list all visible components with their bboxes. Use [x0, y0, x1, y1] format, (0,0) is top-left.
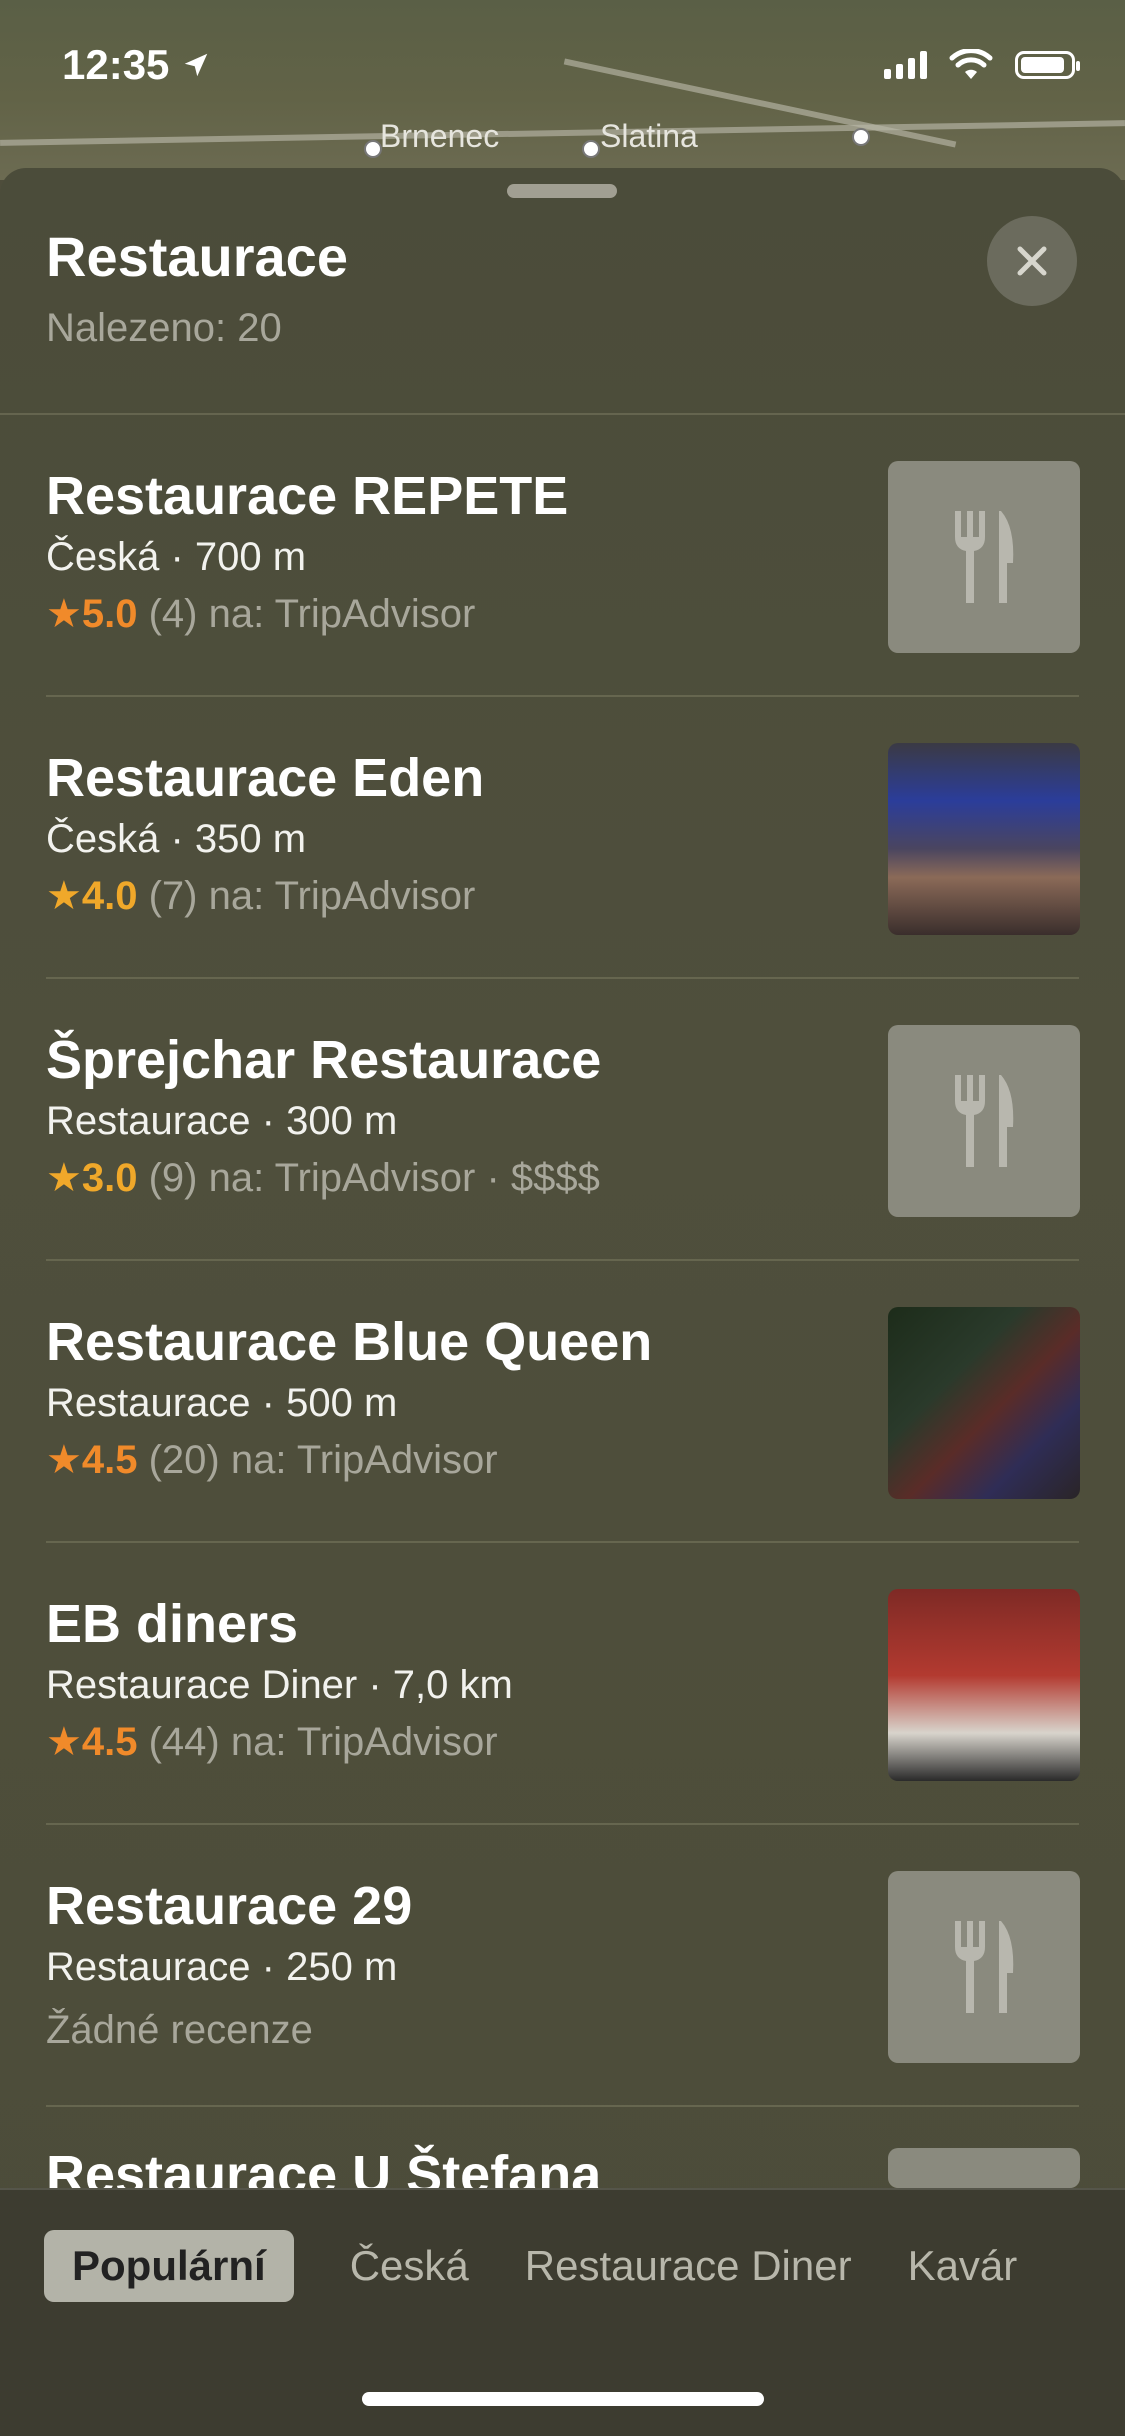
rating-source: (44) na: TripAdvisor	[137, 1720, 498, 1764]
filter-chip-cafe[interactable]: Kavár	[908, 2230, 1018, 2302]
star-icon: ★	[46, 1720, 82, 1764]
place-meta: Česká · 700 m	[46, 535, 307, 579]
filter-chip-popular[interactable]: Populární	[44, 2230, 294, 2302]
battery-icon	[1015, 51, 1080, 79]
location-arrow-icon	[185, 53, 208, 77]
fork-knife-icon	[955, 1921, 1014, 2013]
wifi-icon	[949, 49, 993, 79]
place-name: Restaurace Eden	[46, 748, 485, 808]
place-rating: ★5.0 (4) na: TripAdvisor	[46, 591, 475, 637]
rating-source: (4) na: TripAdvisor	[137, 592, 476, 636]
star-icon: ★	[46, 1438, 82, 1482]
place-name: Restaurace REPETE	[46, 466, 569, 526]
row-divider	[46, 2105, 1079, 2107]
place-meta: Restaurace · 300 m	[46, 1099, 398, 1143]
place-name: Šprejchar Restaurace	[46, 1030, 602, 1090]
place-photo	[888, 743, 1080, 935]
star-icon: ★	[46, 1156, 82, 1200]
filter-chip-czech[interactable]: Česká	[350, 2230, 469, 2302]
place-rating: ★4.5 (44) na: TripAdvisor	[46, 1719, 498, 1765]
place-thumbnail-partial	[888, 2148, 1080, 2188]
close-button[interactable]	[987, 216, 1077, 306]
rating-score: 4.0	[81, 874, 138, 918]
cellular-signal-icon	[884, 51, 927, 79]
rating-score: 3.0	[81, 1156, 138, 1200]
place-photo	[888, 1307, 1080, 1499]
no-reviews-text: Žádné recenze	[46, 2008, 313, 2052]
star-icon: ★	[46, 592, 82, 636]
place-thumbnail	[888, 1025, 1080, 1217]
list-item[interactable]: Restaurace Blue Queen Restaurace · 500 m…	[0, 1261, 1125, 1543]
place-photo	[888, 1589, 1080, 1781]
fork-knife-icon	[955, 1075, 1014, 1167]
place-name: Restaurace 29	[46, 1876, 413, 1936]
place-name: Restaurace Blue Queen	[46, 1312, 653, 1372]
list-item[interactable]: Restaurace Eden Česká · 350 m ★4.0 (7) n…	[0, 697, 1125, 979]
place-thumbnail	[888, 1871, 1080, 2063]
results-list: Restaurace REPETE Česká · 700 m ★5.0 (4)…	[0, 415, 1125, 2107]
fork-knife-icon	[955, 511, 1014, 603]
status-time: 12:35	[62, 41, 211, 89]
status-bar: 12:35	[0, 0, 1125, 130]
place-meta: Restaurace · 500 m	[46, 1381, 398, 1425]
results-sheet: Restaurace Nalezeno: 20 Restaurace REPET…	[0, 168, 1125, 2436]
rating-source: (7) na: TripAdvisor	[137, 874, 476, 918]
sheet-title: Restaurace	[46, 225, 348, 288]
place-rating: ★4.5 (20) na: TripAdvisor	[46, 1437, 498, 1483]
map-pin	[852, 128, 870, 146]
place-rating: ★4.0 (7) na: TripAdvisor	[46, 873, 475, 919]
home-indicator[interactable]	[362, 2392, 764, 2406]
place-rating: ★3.0 (9) na: TripAdvisor · $$$$	[46, 1155, 600, 1201]
rating-source: (9) na: TripAdvisor · $$$$	[137, 1156, 600, 1200]
star-icon: ★	[46, 874, 82, 918]
results-count: Nalezeno: 20	[46, 306, 282, 350]
list-item[interactable]: Restaurace 29 Restaurace · 250 m Žádné r…	[0, 1825, 1125, 2107]
map-pin	[582, 140, 600, 158]
list-item[interactable]: EB diners Restaurace Diner · 7,0 km ★4.5…	[0, 1543, 1125, 1825]
filter-chip-diner[interactable]: Restaurace Diner	[525, 2230, 852, 2302]
rating-score: 4.5	[81, 1438, 138, 1482]
rating-score: 5.0	[81, 592, 138, 636]
place-meta: Česká · 350 m	[46, 817, 307, 861]
list-item[interactable]: Šprejchar Restaurace Restaurace · 300 m …	[0, 979, 1125, 1261]
rating-score: 4.5	[81, 1720, 138, 1764]
place-thumbnail	[888, 461, 1080, 653]
place-name: EB diners	[46, 1594, 299, 1654]
rating-source: (20) na: TripAdvisor	[137, 1438, 498, 1482]
sheet-grabber[interactable]	[507, 184, 617, 198]
time-text: 12:35	[62, 41, 170, 88]
list-item[interactable]: Restaurace REPETE Česká · 700 m ★5.0 (4)…	[0, 415, 1125, 697]
close-icon	[1017, 246, 1047, 276]
place-meta: Restaurace · 250 m	[46, 1945, 398, 1989]
place-meta: Restaurace Diner · 7,0 km	[46, 1663, 513, 1707]
